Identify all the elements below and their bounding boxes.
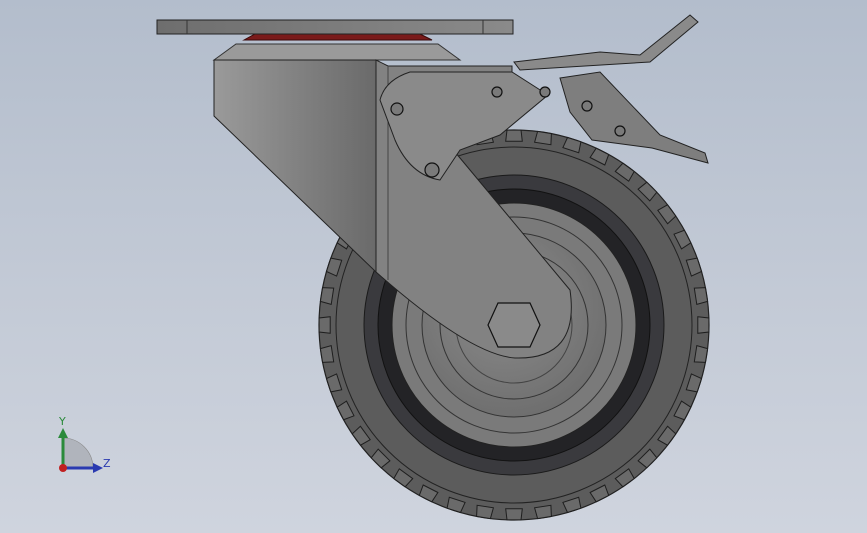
y-axis-arrow [58, 428, 68, 438]
brake-pedal-upper [513, 14, 699, 71]
orientation-triad[interactable] [58, 428, 103, 473]
graphics-viewport[interactable]: Y Z [0, 0, 867, 533]
mounting-plate-assembly [156, 19, 514, 61]
bracket-rivet-1 [390, 102, 404, 116]
tread-block [476, 504, 495, 520]
axle-nut [487, 302, 541, 348]
tread-block [318, 316, 331, 334]
hex-nut [487, 302, 541, 348]
tread-block [505, 508, 523, 521]
z-axis-arrow [93, 463, 103, 473]
tread-block [319, 287, 335, 306]
bracket-rivet-2 [491, 86, 503, 98]
swivel-race [212, 43, 462, 61]
triad-plane [62, 437, 94, 469]
tread-block [319, 344, 335, 363]
axis-z-label: Z [103, 457, 111, 470]
fork-left-face [213, 59, 377, 274]
tread-block [697, 316, 710, 334]
lever-rivet-2 [614, 125, 626, 137]
bracket-rivet-4 [424, 162, 440, 178]
tread-block [505, 129, 523, 142]
tread-block [693, 287, 709, 306]
tread-block [533, 130, 552, 146]
lever-rivet-1 [581, 100, 593, 112]
top-plate [156, 19, 514, 35]
caster-model[interactable] [0, 0, 867, 533]
axis-y-label: Y [59, 415, 66, 428]
bracket-rivet-3 [539, 86, 551, 98]
tread-block [693, 344, 709, 363]
tread-block [533, 504, 552, 520]
x-axis-dot [59, 464, 67, 472]
